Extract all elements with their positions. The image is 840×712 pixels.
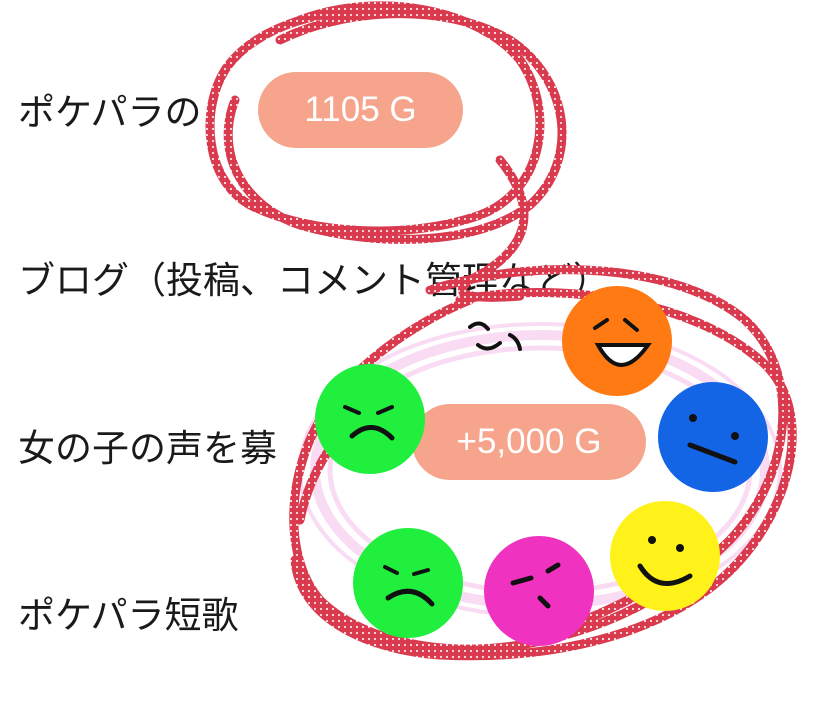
reward-value: +5,000 G [456,422,602,461]
smiling-face-icon [610,501,720,611]
menu-item-voice[interactable]: 女の子の声を募 [18,418,277,472]
worried-face-icon [315,364,425,474]
menu-item-label: ブログ（投稿、コメント管理など） [18,259,610,302]
neutral-face-icon [658,382,768,492]
balance-value: 1105 G [304,90,417,129]
menu-item-label: ポケパラ短歌 [18,594,239,637]
menu-item-blog[interactable]: ブログ（投稿、コメント管理など） [18,250,610,304]
reward-badge: +5,000 G [412,404,646,480]
menu-item-tanka[interactable]: ポケパラ短歌 [18,585,239,639]
balance-badge: 1105 G [258,72,463,148]
squiggle-face [468,321,522,351]
menu-item-pokepara[interactable]: ポケパラの [18,82,202,136]
menu-item-label: ポケパラの [18,91,202,134]
worried-face-icon [353,528,463,638]
menu-item-label: 女の子の声を募 [18,427,277,470]
annoyed-face-icon [484,536,594,646]
